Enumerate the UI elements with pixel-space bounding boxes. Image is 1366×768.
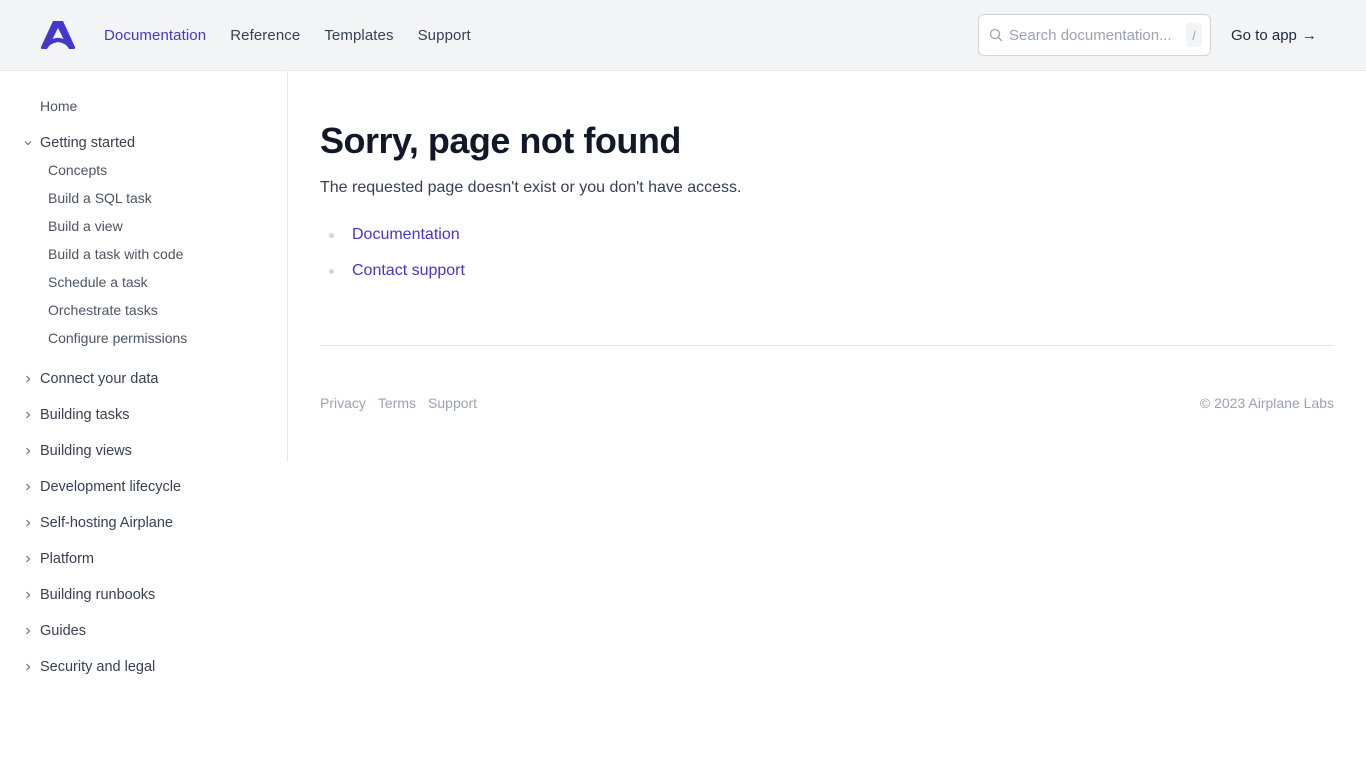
- sidebar-item-build-task-code[interactable]: Build a task with code: [48, 246, 183, 262]
- sidebar-section-label: Building views: [40, 443, 132, 459]
- sidebar-section-security-legal[interactable]: Security and legal: [0, 657, 288, 677]
- sidebar-item-orchestrate-tasks[interactable]: Orchestrate tasks: [48, 302, 158, 318]
- sidebar-section-label: Getting started: [40, 135, 136, 151]
- search-shortcut-key: /: [1186, 23, 1202, 47]
- page-description: The requested page doesn't exist or you …: [320, 179, 742, 196]
- chevron-right-icon: [22, 481, 34, 493]
- chevron-right-icon: [22, 553, 34, 565]
- sidebar: [0, 71, 288, 462]
- chevron-right-icon: [22, 625, 34, 637]
- sidebar-section-label: Building runbooks: [40, 587, 156, 603]
- sidebar-section-getting-started[interactable]: Getting started: [0, 133, 288, 153]
- nav-templates[interactable]: Templates: [324, 27, 393, 44]
- sidebar-item-schedule-task[interactable]: Schedule a task: [48, 274, 148, 290]
- sidebar-item-build-view[interactable]: Build a view: [48, 218, 123, 234]
- sidebar-section-connect-data[interactable]: Connect your data: [0, 369, 288, 389]
- sidebar-section-label: Self-hosting Airplane: [40, 515, 173, 531]
- search-icon: [989, 28, 1003, 42]
- sidebar-item-home[interactable]: Home: [40, 98, 77, 114]
- top-header: Documentation Reference Templates Suppor…: [0, 0, 1366, 71]
- search-input[interactable]: Search documentation... /: [978, 14, 1211, 56]
- chevron-right-icon: [22, 373, 34, 385]
- sidebar-item-concepts[interactable]: Concepts: [48, 162, 107, 178]
- chevron-right-icon: [22, 661, 34, 673]
- bullet-icon: [329, 232, 334, 238]
- sidebar-section-building-views[interactable]: Building views: [0, 441, 288, 461]
- go-to-app-label: Go to app: [1231, 26, 1297, 44]
- chevron-right-icon: [22, 589, 34, 601]
- footer-links: Privacy Terms Support: [320, 395, 489, 411]
- sidebar-section-development-lifecycle[interactable]: Development lifecycle: [0, 477, 288, 497]
- arrow-right-icon: →: [1301, 26, 1317, 44]
- footer-divider: [320, 345, 1334, 346]
- sidebar-item-configure-permissions[interactable]: Configure permissions: [48, 330, 187, 346]
- page-title: Sorry, page not found: [320, 120, 681, 161]
- search-placeholder: Search documentation...: [1009, 26, 1172, 44]
- sidebar-section-label: Security and legal: [40, 659, 156, 675]
- sidebar-section-label: Platform: [40, 551, 94, 567]
- sidebar-item-build-sql-task[interactable]: Build a SQL task: [48, 190, 152, 206]
- chevron-right-icon: [22, 409, 34, 421]
- sidebar-section-label: Development lifecycle: [40, 479, 182, 495]
- documentation-link[interactable]: Documentation: [352, 226, 460, 244]
- nav-reference[interactable]: Reference: [230, 27, 300, 44]
- sidebar-section-guides[interactable]: Guides: [0, 621, 288, 641]
- footer-support-link[interactable]: Support: [428, 395, 477, 411]
- go-to-app-button[interactable]: Go to app →: [1231, 0, 1317, 70]
- sidebar-section-building-runbooks[interactable]: Building runbooks: [0, 585, 288, 605]
- nav-support[interactable]: Support: [418, 27, 471, 44]
- bullet-icon: [329, 268, 334, 274]
- footer-terms-link[interactable]: Terms: [378, 395, 416, 411]
- contact-support-link[interactable]: Contact support: [352, 262, 465, 280]
- chevron-down-icon: [22, 137, 34, 149]
- footer-privacy-link[interactable]: Privacy: [320, 395, 366, 411]
- chevron-right-icon: [22, 517, 34, 529]
- sidebar-section-label: Connect your data: [40, 371, 159, 387]
- copyright: © 2023 Airplane Labs: [1199, 395, 1334, 411]
- sidebar-section-label: Guides: [40, 623, 86, 639]
- main-nav: Documentation Reference Templates Suppor…: [104, 0, 495, 70]
- nav-documentation[interactable]: Documentation: [104, 27, 206, 44]
- sidebar-section-platform[interactable]: Platform: [0, 549, 288, 569]
- sidebar-section-building-tasks[interactable]: Building tasks: [0, 405, 288, 425]
- chevron-right-icon: [22, 445, 34, 457]
- sidebar-section-self-hosting[interactable]: Self-hosting Airplane: [0, 513, 288, 533]
- sidebar-section-label: Building tasks: [40, 407, 130, 423]
- airplane-logo-icon[interactable]: [40, 20, 76, 50]
